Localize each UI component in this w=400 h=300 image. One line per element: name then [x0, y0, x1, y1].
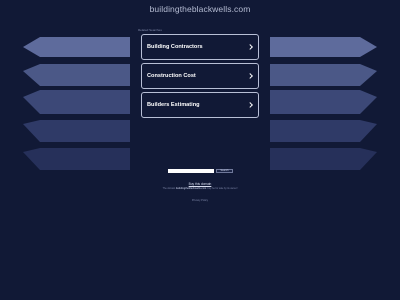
sale-notice: The domain buildingtheblackwells.com may…	[0, 187, 400, 190]
search-bar: Search	[168, 169, 233, 173]
right-stripe-2	[270, 64, 377, 86]
link-construction-cost[interactable]: Construction Cost	[141, 63, 259, 89]
left-stripes	[23, 37, 130, 170]
link-label: Building Contractors	[147, 44, 203, 50]
link-label: Construction Cost	[147, 73, 196, 79]
notice-suffix: may be for sale by its owner!	[206, 187, 238, 190]
right-stripes	[270, 37, 377, 170]
chevron-right-icon	[246, 44, 253, 50]
notice-prefix: The domain	[162, 187, 176, 190]
search-button[interactable]: Search	[216, 169, 233, 173]
chevron-right-icon	[246, 73, 253, 79]
right-stripe-1	[270, 37, 377, 57]
left-stripe-4	[23, 120, 130, 142]
left-stripe-1	[23, 37, 130, 57]
link-building-contractors[interactable]: Building Contractors	[141, 34, 259, 60]
related-searches-caption: Related Searches	[138, 28, 162, 32]
right-stripe-3	[270, 90, 377, 114]
right-stripe-5	[270, 148, 377, 170]
buy-domain-link[interactable]: Buy this domain	[0, 182, 400, 186]
search-input[interactable]	[168, 169, 214, 173]
notice-domain: buildingtheblackwells.com	[175, 187, 207, 190]
right-stripe-4	[270, 120, 377, 142]
privacy-policy-link[interactable]: Privacy Policy	[0, 199, 400, 202]
link-label: Builders Estimating	[147, 102, 200, 108]
left-stripe-5	[23, 148, 130, 170]
left-stripe-2	[23, 64, 130, 86]
link-builders-estimating[interactable]: Builders Estimating	[141, 92, 259, 118]
related-links: Building Contractors Construction Cost B…	[141, 34, 259, 118]
chevron-right-icon	[246, 102, 253, 108]
left-stripe-3	[23, 90, 130, 114]
